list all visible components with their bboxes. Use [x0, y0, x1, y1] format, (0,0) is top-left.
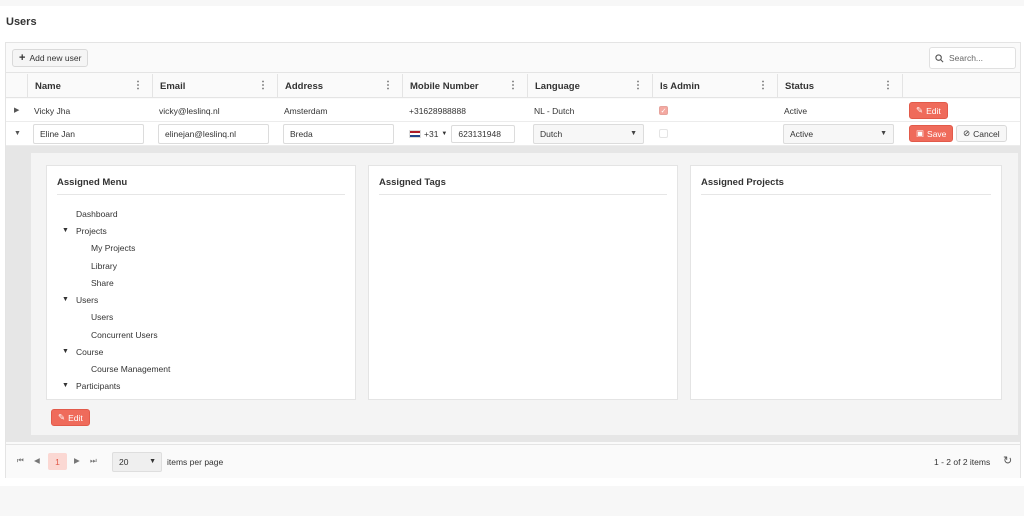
menu-item-concurrent-users[interactable]: Concurrent Users — [91, 330, 158, 340]
page-title: Users — [6, 16, 37, 28]
add-new-user-label: Add new user — [29, 53, 82, 63]
cell-address: Amsterdam — [284, 105, 328, 116]
cell-status: Active — [784, 105, 808, 116]
cell-email: vicky@leslinq.nl — [159, 105, 220, 116]
language-select[interactable]: Dutch ▼ — [533, 124, 644, 144]
chevron-down-icon[interactable]: ▼ — [441, 131, 447, 137]
page-size-select[interactable]: 20 ▼ — [112, 452, 162, 472]
expand-row-icon[interactable]: ▶ — [14, 106, 19, 114]
chevron-down-icon: ▼ — [630, 130, 637, 137]
column-menu-icon[interactable]: ⋮ — [258, 80, 268, 91]
column-menu-icon[interactable]: ⋮ — [758, 80, 768, 91]
column-menu-icon[interactable]: ⋮ — [883, 80, 893, 91]
is-admin-checkbox[interactable] — [659, 129, 668, 138]
column-header-language[interactable]: Language ⋮ — [527, 74, 652, 98]
menu-item-library[interactable]: Library — [91, 261, 117, 271]
grid-toolbar: + Add new user Search... — [6, 43, 1020, 73]
divider — [57, 194, 345, 195]
assigned-menu-title: Assigned Menu — [57, 177, 128, 188]
edit-row-button[interactable]: ✎ Edit — [909, 102, 948, 119]
cell-is-admin[interactable] — [652, 122, 668, 145]
menu-item-course[interactable]: Course — [76, 347, 103, 357]
cell-mobile: +31628988888 — [409, 105, 466, 116]
previous-page-icon[interactable]: ◀ — [34, 456, 40, 465]
mobile-number-field[interactable]: 623131948 — [451, 125, 516, 143]
menu-item-course-management[interactable]: Course Management — [91, 364, 170, 374]
top-band — [0, 0, 1024, 6]
tree-expand-icon[interactable]: ▼ — [62, 348, 69, 355]
cell-is-admin: ✓ — [652, 99, 668, 122]
menu-item-projects[interactable]: Projects — [76, 226, 107, 236]
table-row[interactable]: ▶ Vicky Jha vicky@leslinq.nl Amsterdam +… — [6, 99, 1020, 122]
edit-assignments-button[interactable]: ✎ Edit — [51, 409, 90, 426]
page-number[interactable]: 1 — [48, 453, 67, 470]
chevron-down-icon: ▼ — [880, 130, 887, 137]
menu-item-share[interactable]: Share — [91, 278, 114, 288]
refresh-icon[interactable]: ↻ — [1003, 454, 1012, 467]
menu-item-dashboard[interactable]: Dashboard — [76, 209, 118, 219]
column-menu-icon[interactable]: ⋮ — [508, 80, 518, 91]
collapse-row-icon[interactable]: ▼ — [14, 130, 21, 137]
column-header-actions — [902, 74, 1021, 98]
chevron-down-icon: ▼ — [149, 458, 156, 465]
column-menu-icon[interactable]: ⋮ — [633, 80, 643, 91]
menu-item-my-projects[interactable]: My Projects — [91, 243, 135, 253]
cell-language: NL - Dutch — [534, 105, 575, 116]
add-new-user-button[interactable]: + Add new user — [12, 49, 89, 67]
search-placeholder: Search... — [949, 53, 984, 63]
address-field[interactable]: Breda — [283, 124, 394, 144]
assigned-tags-title: Assigned Tags — [379, 177, 446, 188]
first-page-icon[interactable]: ⏮ — [17, 456, 24, 466]
cancel-button[interactable]: ⊘ Cancel — [956, 125, 1007, 142]
divider — [701, 194, 991, 195]
tree-expand-icon[interactable]: ▼ — [62, 227, 69, 234]
last-page-icon[interactable]: ⏭ — [90, 456, 97, 466]
save-icon: ▣ — [916, 128, 925, 138]
country-code[interactable]: +31 — [424, 129, 438, 139]
email-field[interactable]: elinejan@leslinq.nl — [158, 124, 269, 144]
menu-item-users-sub[interactable]: Users — [91, 312, 113, 322]
row-detail: Assigned Menu Dashboard ▼ Projects My Pr… — [6, 146, 1020, 442]
menu-item-participants[interactable]: Participants — [76, 381, 120, 391]
menu-item-users[interactable]: Users — [76, 295, 98, 305]
column-menu-icon[interactable]: ⋮ — [383, 80, 393, 91]
assigned-projects-panel: Assigned Projects — [690, 165, 1002, 400]
tree-expand-icon[interactable]: ▼ — [62, 382, 69, 389]
divider — [379, 194, 667, 195]
save-button[interactable]: ▣ Save — [909, 125, 954, 142]
search-icon — [935, 53, 944, 62]
row-detail-content: Assigned Menu Dashboard ▼ Projects My Pr… — [31, 153, 1018, 435]
tree-expand-icon[interactable]: ▼ — [62, 296, 69, 303]
column-menu-icon[interactable]: ⋮ — [133, 80, 143, 91]
column-header-is-admin[interactable]: Is Admin ⋮ — [652, 74, 777, 98]
table-row-editing[interactable]: ▼ Eline Jan elinejan@leslinq.nl Breda +3… — [6, 122, 1020, 146]
column-header-address[interactable]: Address ⋮ — [277, 74, 402, 98]
assigned-projects-title: Assigned Projects — [701, 177, 784, 188]
column-header-name[interactable]: Name ⋮ — [27, 74, 152, 98]
items-per-page-label: items per page — [167, 457, 224, 467]
cancel-icon: ⊘ — [963, 128, 971, 138]
column-header-mobile[interactable]: Mobile Number ⋮ — [402, 74, 527, 98]
netherlands-flag-icon[interactable] — [409, 130, 421, 138]
mobile-field[interactable]: +31 ▼ 623131948 — [409, 124, 516, 144]
cell-name: Vicky Jha — [34, 105, 71, 116]
assigned-tags-panel: Assigned Tags — [368, 165, 678, 400]
status-select[interactable]: Active ▼ — [783, 124, 894, 144]
assigned-menu-panel: Assigned Menu Dashboard ▼ Projects My Pr… — [46, 165, 356, 400]
pencil-icon: ✎ — [58, 412, 66, 422]
table-header: Name ⋮ Email ⋮ Address ⋮ Mobile Number ⋮… — [6, 74, 1020, 98]
bottom-band — [0, 486, 1024, 516]
users-grid: + Add new user Search... Name ⋮ Email ⋮ … — [5, 42, 1021, 478]
column-header-status[interactable]: Status ⋮ — [777, 74, 902, 98]
is-admin-checkbox: ✓ — [659, 106, 668, 115]
name-field[interactable]: Eline Jan — [33, 124, 144, 144]
pager: ⏮ ◀ 1 ▶ ⏭ 20 ▼ items per page 1 - 2 of 2… — [6, 444, 1020, 478]
search-input[interactable]: Search... — [929, 47, 1016, 69]
pager-info: 1 - 2 of 2 items — [934, 457, 991, 467]
next-page-icon[interactable]: ▶ — [74, 456, 80, 465]
column-header-email[interactable]: Email ⋮ — [152, 74, 277, 98]
pencil-icon: ✎ — [916, 105, 924, 115]
plus-icon: + — [19, 52, 26, 64]
